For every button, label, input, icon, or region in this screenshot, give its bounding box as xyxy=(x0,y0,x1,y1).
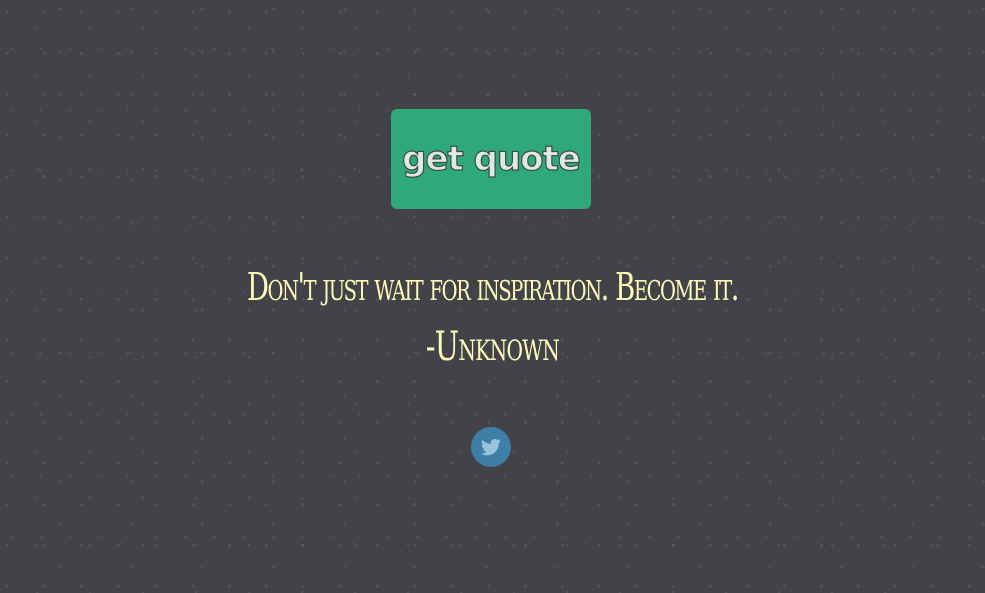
page: get quote Don't just wait for inspiratio… xyxy=(0,0,985,593)
quote-text: Don't just wait for inspiration. Become … xyxy=(246,265,740,309)
twitter-bird-icon xyxy=(479,435,503,459)
quote-block: Don't just wait for inspiration. Become … xyxy=(0,258,985,378)
quote-author: -Unknown xyxy=(425,324,560,370)
tweet-quote-button[interactable] xyxy=(471,427,511,467)
get-quote-button[interactable]: get quote xyxy=(391,109,591,209)
